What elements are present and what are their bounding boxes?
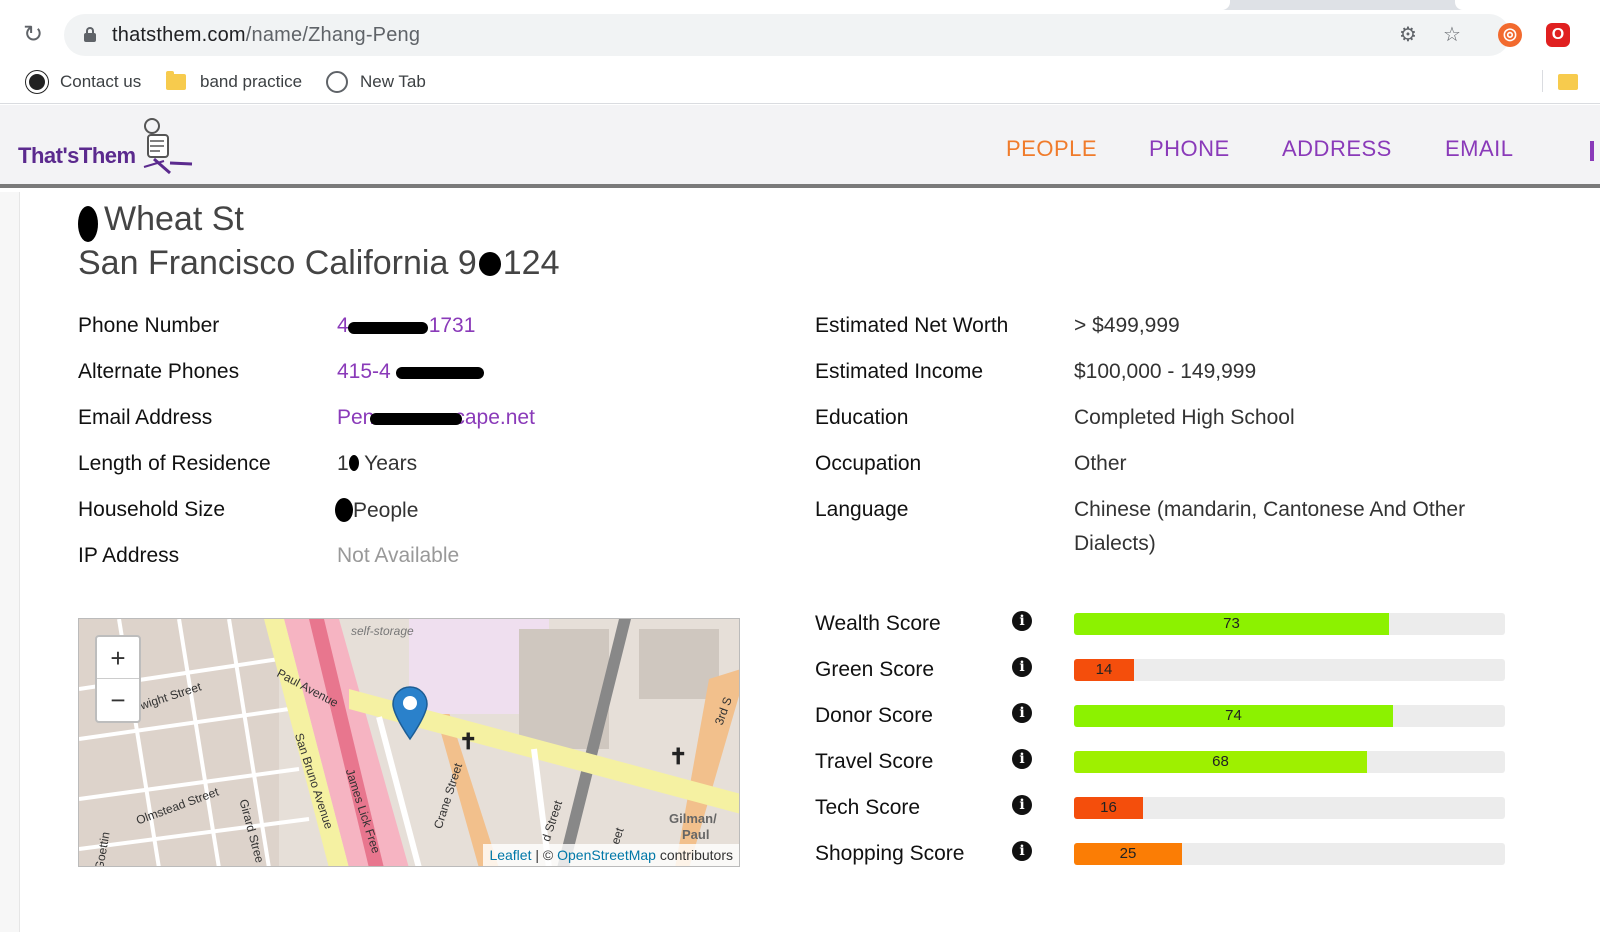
language-value-line2: Dialects) [1074,532,1156,555]
other-bookmarks-folder-icon[interactable] [1558,74,1578,90]
score-label: Green Score [815,658,935,681]
tab-edge [1455,0,1600,10]
alternate-phone-link[interactable]: 415-4 [337,360,391,384]
label-email-address: Email Address [78,406,213,429]
bookmarks-divider [1542,70,1543,92]
globe-icon [326,71,348,93]
label-language: Language [815,498,909,521]
household-size-value: People [335,498,418,523]
label-occupation: Occupation [815,452,922,475]
label-net-worth: Estimated Net Worth [815,314,1009,337]
info-icon[interactable]: i [1012,703,1032,723]
cemetery-cross-icon: ✝ [669,744,688,769]
address-bar[interactable]: thatsthem.com/name/Zhang-Peng ⚙ ☆ [64,14,1510,56]
label-education: Education [815,406,909,429]
ip-address-value: Not Available [337,544,460,567]
extension-lifebuoy-icon[interactable]: ◎ [1498,23,1522,47]
nav-people[interactable]: PEOPLE [1006,136,1097,162]
leaflet-link[interactable]: Leaflet [489,847,531,863]
score-label: Tech Score [815,796,921,819]
map-tiles [79,619,739,866]
bookmarks-bar: : Contact us band practice New Tab [0,60,1600,104]
bookmark-label: New Tab [360,72,426,91]
address-city-line: San Francisco California 9 124 [78,244,560,282]
blocked-cookies-icon[interactable]: ⚙ [1396,23,1420,47]
redaction-mark [370,413,462,425]
bookmark-label: band practice [200,72,303,91]
browser-toolbar: ↻ thatsthem.com/name/Zhang-Peng ⚙ ☆ ◎ O [0,10,1600,60]
address-street: Wheat St [104,200,244,238]
score-bar-track: 73 [1074,613,1505,635]
occupation-value: Other [1074,452,1127,475]
education-value: Completed High School [1074,406,1295,429]
redaction-mark [78,206,98,242]
label-ip-address: IP Address [78,544,180,567]
bookmark-label: Contact us [60,72,142,91]
score-bar-fill: 73 [1074,613,1389,635]
score-bar-fill: 14 [1074,659,1134,681]
info-icon[interactable]: i [1012,795,1032,815]
info-icon[interactable]: i [1012,657,1032,677]
map-label: self-storage [351,624,414,638]
info-icon[interactable]: i [1012,611,1032,631]
lock-icon [84,27,96,42]
map-label: Paul [682,827,710,842]
label-household-size: Household Size [78,498,226,521]
label-alternate-phones: Alternate Phones [78,360,240,383]
bookmark-contact-us[interactable]: Contact us [26,68,141,96]
folder-icon [166,71,186,90]
score-label: Travel Score [815,750,934,773]
score-bar-track: 14 [1074,659,1505,681]
active-tab-edge [0,0,1230,10]
url-text: thatsthem.com/name/Zhang-Peng [112,24,421,46]
score-bar-track: 25 [1074,843,1505,865]
bookmark-new-tab[interactable]: New Tab [326,68,426,96]
score-bar-fill: 74 [1074,705,1393,727]
info-icon[interactable]: i [1012,749,1032,769]
label-income: Estimated Income [815,360,984,383]
nav-phone[interactable]: PHONE [1149,136,1230,162]
info-icon[interactable]: i [1012,841,1032,861]
globe-icon [26,71,48,93]
location-map[interactable]: self-storage Paul Avenue wight Street Sa… [78,618,740,867]
label-phone-number: Phone Number [78,314,220,337]
logo-figure-icon [143,118,193,175]
nav-address[interactable]: ADDRESS [1282,136,1392,162]
map-attribution: Leaflet | © OpenStreetMap contributors [483,844,739,866]
cemetery-cross-icon: ✝ [459,729,478,754]
score-bar-track: 68 [1074,751,1505,773]
length-of-residence-value: 1 Years [337,452,418,475]
bookmark-band-practice[interactable]: band practice [166,68,302,96]
net-worth-value: > $499,999 [1074,314,1180,337]
score-label: Donor Score [815,704,933,727]
map-label: Gilman/ [669,811,717,826]
score-label: Shopping Score [815,842,965,865]
label-length-of-residence: Length of Residence [78,452,271,475]
left-gutter [0,192,20,932]
redaction-mark [478,252,501,276]
zoom-out-button[interactable]: − [97,679,139,721]
score-bar-track: 74 [1074,705,1505,727]
language-value-line1: Chinese (mandarin, Cantonese And Other [1074,498,1466,521]
star-bookmark-icon[interactable]: ☆ [1440,23,1464,47]
nav-email[interactable]: EMAIL [1445,136,1514,162]
map-marker-icon[interactable] [391,685,429,741]
map-zoom-control: + − [95,635,141,723]
nav-overflow-edge [1590,141,1594,161]
income-value: $100,000 - 149,999 [1074,360,1257,383]
score-bar-fill: 68 [1074,751,1367,773]
redaction-mark [396,367,484,379]
zoom-in-button[interactable]: + [97,637,139,679]
score-bar-fill: 25 [1074,843,1182,865]
site-logo[interactable]: That'sThem [18,143,136,169]
score-label: Wealth Score [815,612,941,635]
redaction-mark [348,322,428,334]
extension-opera-icon[interactable]: O [1546,23,1570,47]
score-bar-fill: 16 [1074,797,1143,819]
osm-link[interactable]: OpenStreetMap [557,847,656,863]
score-bar-track: 16 [1074,797,1505,819]
reload-icon[interactable]: ↻ [20,22,46,48]
site-header: That'sThem PEOPLE PHONE ADDRESS EMAIL [0,105,1600,188]
